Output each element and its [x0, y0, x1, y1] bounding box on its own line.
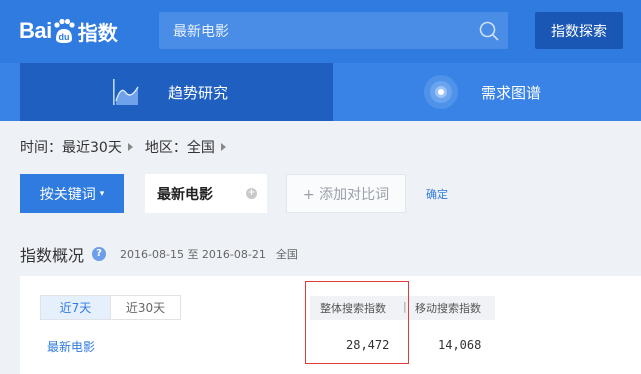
top-header: Bai du 指数 指数探索 — [0, 0, 641, 63]
remove-keyword-icon[interactable]: + — [246, 188, 257, 199]
search-icon[interactable] — [478, 20, 500, 42]
table-row-keyword-link[interactable]: 最新电影 — [47, 338, 95, 355]
search-input[interactable] — [173, 12, 473, 49]
index-explore-button[interactable]: 指数探索 — [535, 12, 623, 49]
add-compare-keyword-button[interactable]: + 添加对比词 — [286, 174, 406, 213]
period-toggle: 近7天 近30天 — [40, 295, 181, 320]
filter-bar: 时间： 最近30天 地区： 全国 — [20, 137, 238, 157]
highlight-box — [305, 281, 409, 364]
tab-demand-graph-label: 需求图谱 — [481, 83, 542, 102]
keyword-mode-label: 按关键词 — [39, 186, 96, 203]
overview-region-text: 全国 — [275, 248, 298, 261]
paw-logo-icon: du — [53, 18, 75, 44]
chevron-right-icon[interactable] — [220, 143, 226, 151]
tab-trend-research-label: 趋势研究 — [168, 83, 229, 102]
keyword-chip[interactable]: 最新电影 + — [145, 174, 267, 213]
keyword-mode-dropdown[interactable]: 按关键词 ▾ — [20, 174, 124, 213]
period-tab-30-days[interactable]: 近30天 — [110, 296, 180, 319]
tab-trend-research[interactable]: 趋势研究 — [20, 63, 333, 121]
caret-down-icon: ▾ — [99, 188, 105, 199]
baidu-index-logo[interactable]: Bai du 指数 — [19, 12, 118, 50]
logo-bai-text: Bai — [19, 18, 52, 43]
tab-demand-graph[interactable]: 需求图谱 — [333, 63, 641, 121]
trend-chart-icon — [113, 79, 139, 105]
column-header-mobile-index: 移动搜索指数 — [415, 302, 481, 315]
logo-product-text: 指数 — [77, 22, 118, 45]
overview-title: 指数概况 — [20, 246, 85, 265]
date-range-text: 2016-08-15 至 2016-08-21 — [120, 248, 266, 261]
time-filter-value[interactable]: 最近30天 — [62, 137, 122, 157]
chevron-right-icon[interactable] — [127, 143, 133, 151]
region-filter-label: 地区： — [144, 140, 187, 156]
overview-header: 指数概况 ? 2016-08-15 至 2016-08-21 全国 — [20, 243, 298, 265]
keyword-chip-label: 最新电影 — [157, 186, 213, 203]
time-filter-label: 时间： — [20, 140, 62, 156]
logo-du-text: du — [58, 32, 69, 42]
search-box — [159, 12, 508, 49]
mobile-index-value: 14,068 — [438, 338, 482, 352]
confirm-link[interactable]: 确定 — [426, 186, 448, 202]
region-filter-value[interactable]: 全国 — [187, 137, 215, 157]
period-tab-7-days[interactable]: 近7天 — [41, 296, 110, 319]
main-nav: 趋势研究 需求图谱 — [0, 63, 641, 121]
help-icon[interactable]: ? — [92, 247, 107, 261]
demand-graph-icon — [424, 75, 458, 109]
